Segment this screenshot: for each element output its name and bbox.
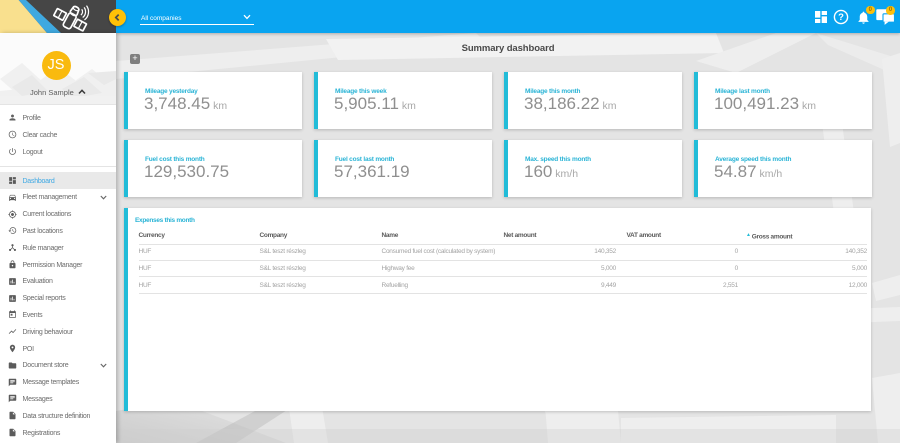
svg-text:?: ? [838, 12, 844, 23]
